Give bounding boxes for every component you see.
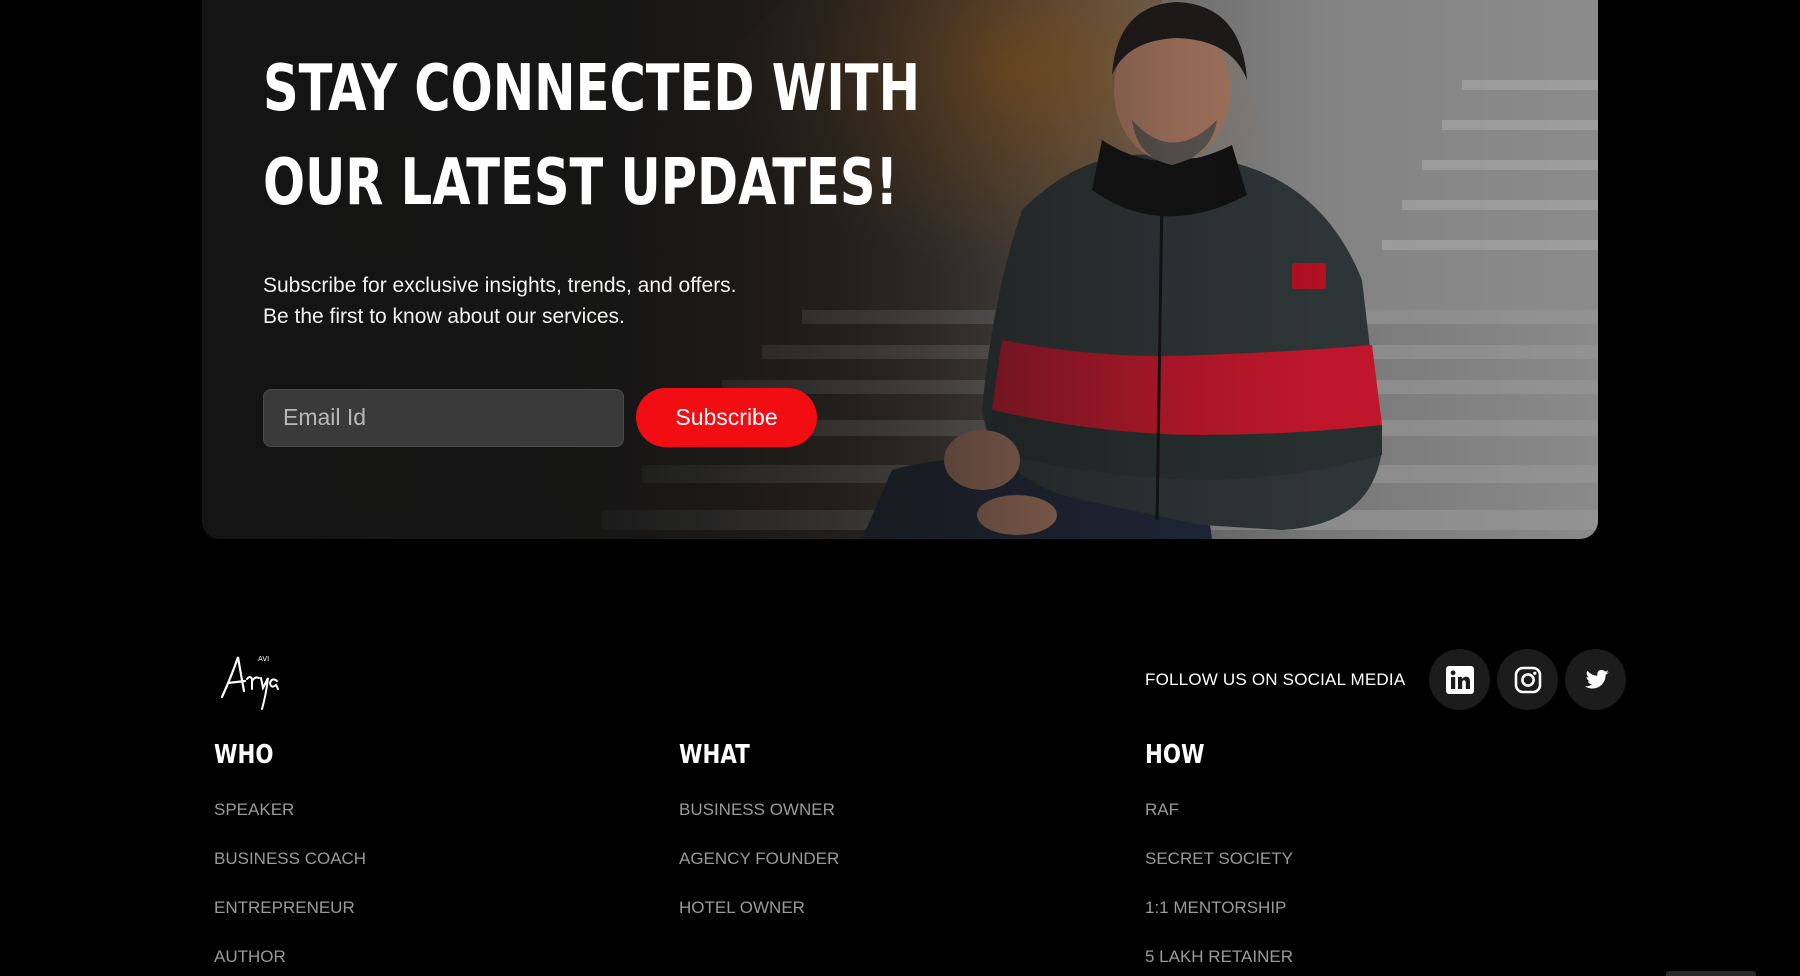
footer-link[interactable]: RAF <box>1145 800 1293 849</box>
footer-link[interactable]: BUSINESS COACH <box>214 849 366 898</box>
social-label: FOLLOW US ON SOCIAL MEDIA <box>1145 669 1406 689</box>
footer-link[interactable]: SECRET SOCIETY <box>1145 849 1293 898</box>
footer-link[interactable]: AUTHOR <box>214 947 366 976</box>
scroll-indicator <box>1666 971 1756 976</box>
email-input[interactable] <box>263 388 624 447</box>
footer-link[interactable]: 1:1 MENTORSHIP <box>1145 898 1293 947</box>
footer-heading-how: HOW <box>1145 740 1205 770</box>
footer-link[interactable]: BUSINESS OWNER <box>679 800 839 849</box>
newsletter-subtitle-line1: Subscribe for exclusive insights, trends… <box>263 274 737 297</box>
footer-link[interactable]: 5 LAKH RETAINER <box>1145 947 1293 976</box>
twitter-icon <box>1581 665 1611 695</box>
linkedin-button[interactable] <box>1429 649 1491 710</box>
footer-column-how: HOW RAF SECRET SOCIETY 1:1 MENTORSHIP 5 … <box>1145 740 1293 976</box>
newsletter-title-line2: OUR LATEST UPDATES! <box>263 146 899 220</box>
instagram-icon <box>1513 665 1543 695</box>
newsletter-content: STAY CONNECTED WITH OUR LATEST UPDATES! … <box>263 42 963 447</box>
twitter-button[interactable] <box>1565 649 1627 710</box>
footer-link[interactable]: HOTEL OWNER <box>679 898 839 947</box>
brand-logo[interactable]: AVI <box>214 645 284 715</box>
footer-list-what: BUSINESS OWNER AGENCY FOUNDER HOTEL OWNE… <box>679 800 839 947</box>
newsletter-title-line1: STAY CONNECTED WITH <box>263 52 921 126</box>
svg-text:AVI: AVI <box>258 655 269 663</box>
newsletter-title: STAY CONNECTED WITH OUR LATEST UPDATES! <box>263 42 968 230</box>
footer-list-how: RAF SECRET SOCIETY 1:1 MENTORSHIP 5 LAKH… <box>1145 800 1293 976</box>
social-links: FOLLOW US ON SOCIAL MEDIA <box>1145 649 1633 710</box>
newsletter-subtitle: Subscribe for exclusive insights, trends… <box>263 270 963 332</box>
footer-link[interactable]: AGENCY FOUNDER <box>679 849 839 898</box>
page: STAY CONNECTED WITH OUR LATEST UPDATES! … <box>0 0 1800 976</box>
subscribe-button[interactable]: Subscribe <box>636 388 817 447</box>
footer-column-who: WHO SPEAKER BUSINESS COACH ENTREPRENEUR … <box>214 740 366 976</box>
footer-list-who: SPEAKER BUSINESS COACH ENTREPRENEUR AUTH… <box>214 800 366 976</box>
newsletter-subtitle-line2: Be the first to know about our services. <box>263 305 625 328</box>
instagram-button[interactable] <box>1497 649 1559 710</box>
footer-link[interactable]: SPEAKER <box>214 800 366 849</box>
newsletter-banner: STAY CONNECTED WITH OUR LATEST UPDATES! … <box>202 0 1598 539</box>
footer-heading-who: WHO <box>214 740 274 770</box>
linkedin-icon <box>1445 665 1475 695</box>
footer-heading-what: WHAT <box>679 740 750 770</box>
footer-column-what: WHAT BUSINESS OWNER AGENCY FOUNDER HOTEL… <box>679 740 839 947</box>
subscribe-form: Subscribe <box>263 388 963 447</box>
footer-link[interactable]: ENTREPRENEUR <box>214 898 366 947</box>
